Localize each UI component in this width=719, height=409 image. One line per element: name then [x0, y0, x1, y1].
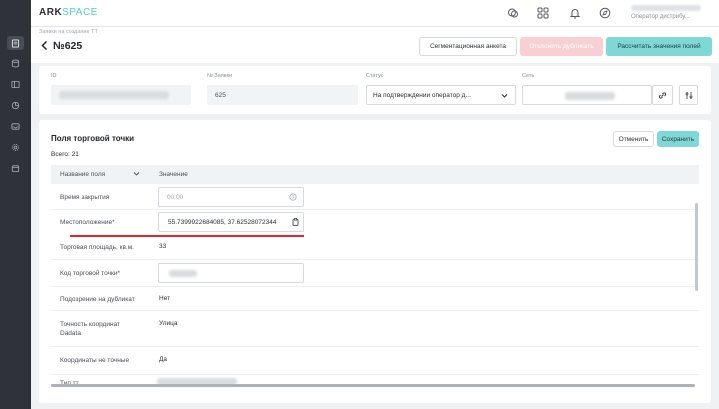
field-value: Нет — [159, 295, 171, 302]
clipboard-icon — [292, 218, 298, 226]
sidebar-item-mail[interactable] — [7, 119, 24, 133]
table-header: Название поля Значение — [51, 165, 699, 184]
compass-icon[interactable] — [599, 7, 611, 19]
support-chat-icon[interactable] — [507, 7, 519, 19]
field-name: Код торговой точки* — [60, 270, 121, 277]
bell-icon[interactable] — [569, 7, 581, 19]
sidebar — [0, 0, 31, 409]
status-value: На подтверждении оператор д... — [373, 91, 471, 99]
field-name: Точность координат Dadata — [60, 321, 121, 337]
network-link-button[interactable] — [652, 85, 673, 105]
sidebar-item-analytics[interactable] — [7, 98, 24, 112]
horizontal-scrollbar[interactable] — [51, 384, 695, 387]
sidebar-item-settings[interactable] — [7, 140, 24, 154]
cancel-button[interactable]: Отменить — [613, 131, 654, 147]
column-name-header[interactable]: Название поля — [60, 171, 105, 178]
gear-icon — [12, 143, 19, 151]
network-value-redacted — [565, 92, 615, 100]
sidebar-item-layout[interactable] — [7, 77, 24, 91]
inbox-icon — [11, 122, 20, 130]
chevron-down-icon — [501, 94, 508, 98]
field-value: Улица — [159, 320, 178, 327]
user-role[interactable]: Оператор дистрибу... — [631, 14, 690, 20]
table-row: Точность координат Dadata Улица — [51, 311, 699, 347]
table-row: Код торговой точки* — [51, 260, 699, 287]
field-value: 33 — [159, 243, 167, 250]
id-value-redacted — [59, 91, 169, 99]
field-name: Подозрение на дубликат — [60, 296, 135, 303]
user-name-redacted[interactable] — [631, 5, 701, 11]
store-code-input[interactable] — [158, 263, 304, 283]
database-icon — [11, 59, 20, 67]
field-value: Да — [159, 356, 168, 363]
document-list-icon — [11, 38, 20, 48]
sidebar-item-calendar[interactable] — [7, 161, 24, 175]
reject-duplicate-button[interactable]: Отклонить дубликать — [520, 37, 603, 56]
page-title: №625 — [53, 40, 83, 52]
page-header: Заявки на создание ТТ №625 Сегментационн… — [31, 27, 719, 63]
request-info-card: ID № Заявки 625 Статус На подтверждении … — [39, 66, 711, 114]
table-row: Торговая площадь, кв.м. 33 — [51, 236, 699, 260]
field-name: Время закрытия — [60, 194, 110, 201]
id-label: ID — [51, 73, 57, 79]
top-header: ARKSPACE Оператор дистрибу... — [31, 0, 719, 27]
link-icon — [658, 91, 667, 99]
request-number-field: 625 — [207, 85, 358, 105]
sliders-icon — [685, 91, 692, 99]
sidebar-item-database[interactable] — [7, 56, 24, 70]
field-name: Местоположение* — [60, 219, 115, 226]
highlight-underline — [70, 235, 304, 237]
status-select[interactable]: На подтверждении оператор д... — [366, 85, 516, 105]
status-label: Статус — [366, 73, 384, 79]
table-row: Местоположение* 55.7399922684085, 37.625… — [51, 210, 699, 236]
column-value-header: Значение — [159, 171, 188, 178]
chevron-down-icon[interactable] — [133, 171, 140, 177]
field-name: Торговая площадь, кв.м. — [60, 244, 134, 251]
total-count: Всего: 21 — [51, 151, 79, 158]
sidebar-item-requests[interactable] — [7, 36, 24, 50]
store-fields-card: Поля торговой точки Всего: 21 Отменить С… — [39, 120, 711, 403]
closing-time-value: 00:00 — [167, 193, 184, 201]
clock-icon[interactable] — [289, 193, 297, 201]
copy-button[interactable] — [287, 213, 303, 231]
network-select[interactable] — [522, 85, 652, 105]
apps-grid-icon[interactable] — [537, 7, 549, 19]
location-value: 55.7399922684085, 37.62528072344 — [168, 218, 277, 226]
save-button[interactable]: Сохранить — [657, 131, 699, 147]
field-name: Координаты не точные — [60, 357, 130, 364]
table-row: Время закрытия 00:00 — [51, 184, 699, 210]
id-field — [51, 85, 191, 105]
network-label: Сеть — [522, 73, 535, 79]
pie-chart-icon — [11, 101, 20, 109]
section-title: Поля торговой точки — [51, 134, 135, 143]
breadcrumb[interactable]: Заявки на создание ТТ — [39, 29, 98, 35]
store-code-redacted — [169, 270, 197, 277]
calendar-icon — [11, 164, 20, 172]
location-input[interactable]: 55.7399922684085, 37.62528072344 — [158, 212, 304, 232]
back-arrow-icon[interactable] — [40, 40, 49, 51]
filter-button[interactable] — [679, 85, 698, 105]
calculate-fields-button[interactable]: Рассчитать значения полей — [606, 37, 712, 56]
request-number-label: № Заявки — [207, 73, 233, 79]
closing-time-input[interactable]: 00:00 — [158, 187, 304, 207]
vertical-scrollbar[interactable] — [695, 203, 698, 291]
table-row: Координаты не точные Да — [51, 347, 699, 375]
app-logo[interactable]: ARKSPACE — [39, 7, 98, 18]
table-row: Подозрение на дубликат Нет — [51, 287, 699, 311]
segmentation-form-button[interactable]: Сегментационная анкета — [419, 37, 517, 56]
layout-icon — [11, 80, 20, 88]
